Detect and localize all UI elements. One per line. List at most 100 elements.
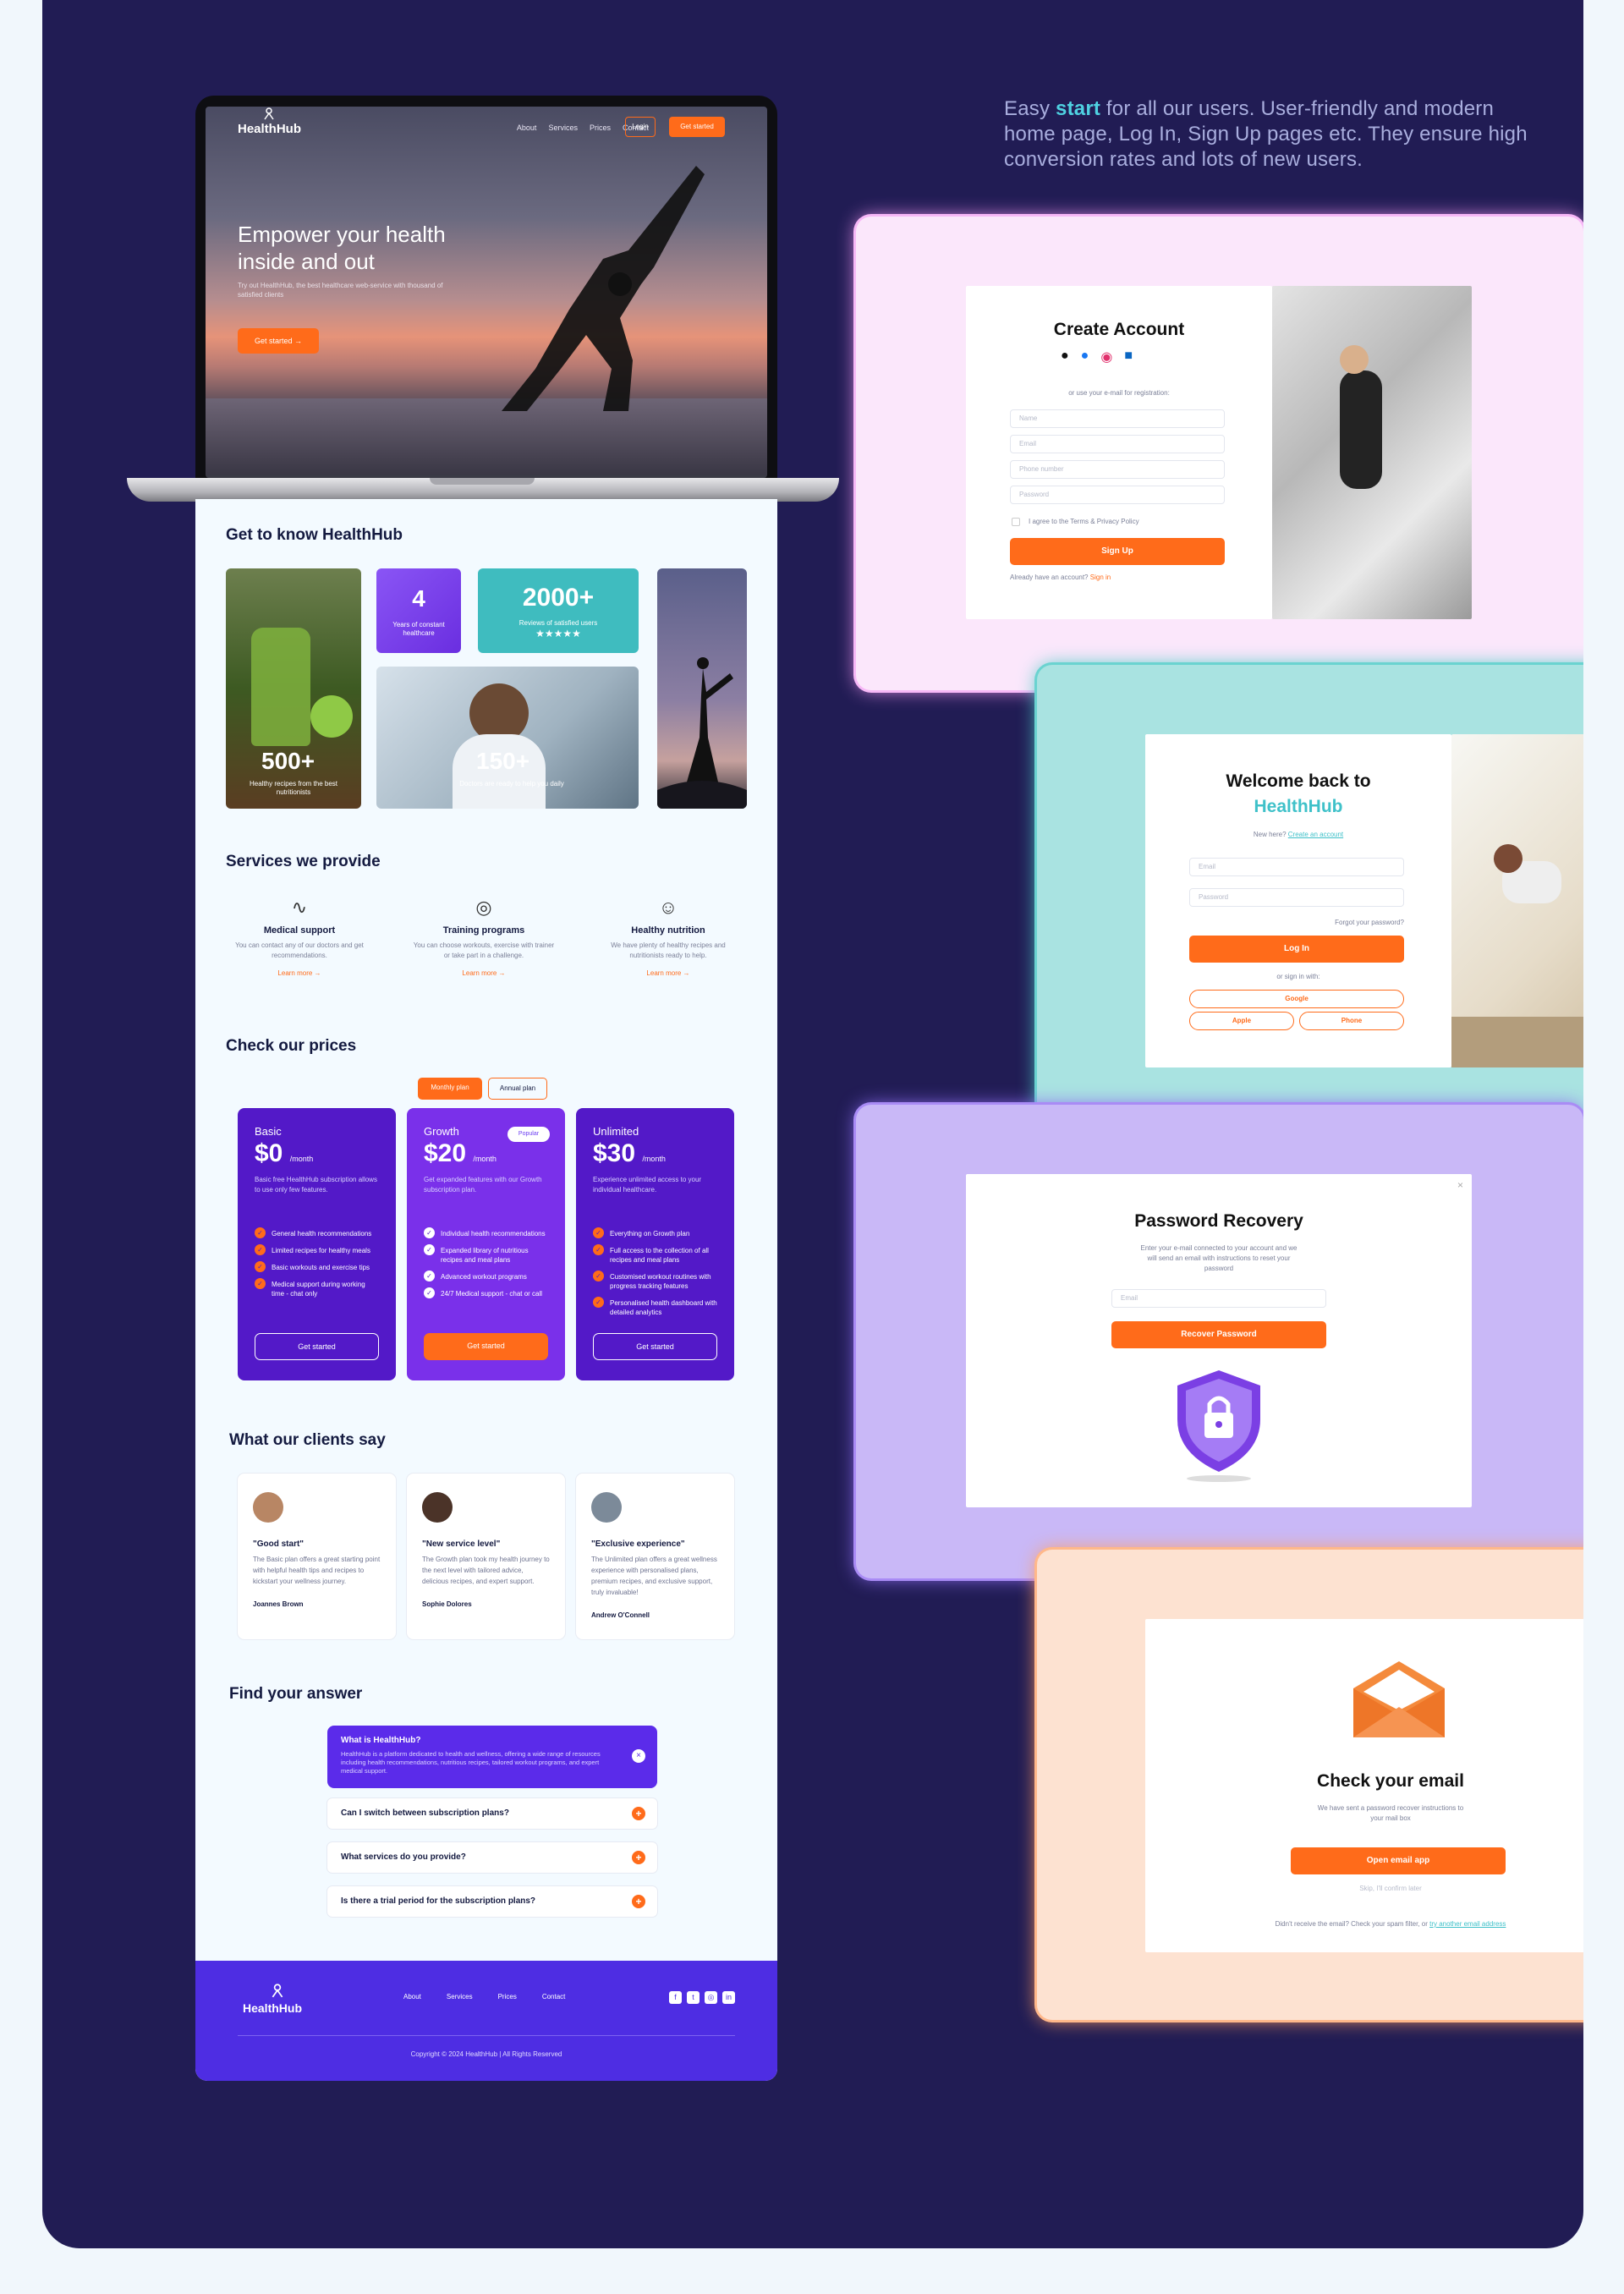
know-title: Get to know HealthHub	[226, 526, 403, 544]
close-icon[interactable]: ×	[1457, 1179, 1463, 1191]
email-field[interactable]: Email	[1111, 1289, 1326, 1308]
open-email-app-button[interactable]: Open email app	[1291, 1847, 1506, 1874]
footer: HealthHub About Services Prices Contact …	[195, 1961, 777, 2081]
check-email-card: Check your email We have sent a password…	[1145, 1619, 1583, 1952]
social-login-row: ● ● ◉ ■	[1061, 348, 1133, 365]
footer-links: About Services Prices Contact	[403, 1993, 566, 2000]
instagram-icon[interactable]: ◉	[1100, 348, 1112, 365]
facebook-icon[interactable]: ●	[1081, 348, 1089, 365]
other-email-link[interactable]: try another email address	[1429, 1920, 1506, 1928]
nav-prices[interactable]: Prices	[590, 123, 611, 132]
recovery-form: × Password Recovery Enter your e-mail co…	[966, 1174, 1472, 1507]
runner-photo	[1272, 286, 1472, 619]
login-button[interactable]: Log In	[1189, 936, 1404, 963]
learn-more-link[interactable]: Learn more →	[596, 969, 740, 977]
nav-services[interactable]: Services	[548, 123, 578, 132]
check-email-panel: Check your email We have sent a password…	[1037, 1550, 1583, 2020]
plus-icon: +	[632, 1807, 645, 1820]
hero-get-started-button[interactable]: Get started →	[238, 328, 319, 354]
signin-link[interactable]: Sign in	[1090, 574, 1111, 581]
clients-title: What our clients say	[229, 1431, 386, 1449]
faq-item[interactable]: Can I switch between subscription plans?…	[327, 1798, 657, 1829]
service-nutrition: ☺ Healthy nutrition We have plenty of he…	[596, 897, 740, 977]
phone-login-button[interactable]: Phone	[1299, 1012, 1404, 1030]
doctors-tile: 150+ Doctors are ready to help you daily	[376, 667, 639, 809]
service-medical: ∿ Medical support You can contact any of…	[228, 897, 371, 977]
nav-about[interactable]: About	[517, 123, 537, 132]
services-title: Services we provide	[226, 853, 381, 870]
brand-logo[interactable]: HealthHub	[238, 122, 301, 136]
signup-panel: Create Account ● ● ◉ ■ or use your e-mai…	[856, 217, 1583, 690]
hero-subtitle: Try out HealthHub, the best healthcare w…	[238, 282, 443, 299]
instagram-icon[interactable]: ◎	[705, 1991, 717, 2004]
recovery-title: Password Recovery	[1134, 1211, 1303, 1231]
smile-icon: ☺	[658, 897, 678, 918]
basic-get-started-button[interactable]: Get started	[255, 1333, 379, 1360]
hero-section: HealthHub About Services Prices Contact …	[206, 107, 767, 478]
footer-brand[interactable]: HealthHub	[243, 2001, 302, 2015]
laptop-frame: HealthHub About Services Prices Contact …	[195, 96, 777, 478]
password-field[interactable]: Password	[1010, 486, 1225, 504]
twitter-icon[interactable]: t	[687, 1991, 700, 2004]
email-field[interactable]: Email	[1189, 858, 1404, 876]
close-icon[interactable]: ×	[632, 1749, 645, 1763]
avatar	[591, 1492, 622, 1523]
login-button[interactable]: Login	[625, 117, 656, 137]
skip-link[interactable]: Skip, I'll confirm later	[1145, 1885, 1583, 1892]
faq-item[interactable]: What services do you provide? +	[327, 1842, 657, 1873]
recipes-tile: 500+ Healthy recipes from the best nutri…	[226, 568, 361, 809]
plan-card-unlimited: Unlimited $30 /month Experience unlimite…	[576, 1108, 734, 1380]
login-form: Welcome back to HealthHub New here? Crea…	[1145, 734, 1451, 1067]
password-field[interactable]: Password	[1189, 888, 1404, 907]
recovery-panel: × Password Recovery Enter your e-mail co…	[856, 1105, 1583, 1578]
facebook-icon[interactable]: f	[669, 1991, 682, 2004]
phone-field[interactable]: Phone number	[1010, 460, 1225, 479]
nav-get-started-button[interactable]: Get started	[669, 117, 725, 137]
logo-icon	[272, 1984, 283, 1998]
avatar	[253, 1492, 283, 1523]
signup-button[interactable]: Sign Up	[1010, 538, 1225, 565]
recipes-count: 500+	[261, 748, 315, 774]
google-login-button[interactable]: Google	[1189, 990, 1404, 1008]
faq-title: Find your answer	[229, 1685, 363, 1703]
login-brand-title: HealthHub	[1254, 797, 1343, 816]
logo-icon	[264, 107, 274, 120]
plan-card-growth: Growth Popular $20 /month Get expanded f…	[407, 1108, 565, 1380]
growth-get-started-button[interactable]: Get started	[424, 1333, 548, 1360]
testimonial-card: "New service level" The Growth plan took…	[407, 1474, 565, 1639]
hero-title: Empower your health inside and out	[238, 222, 446, 274]
intro-text: Easy start for all our users. User-frien…	[1004, 97, 1528, 171]
faq-item[interactable]: Is there a trial period for the subscrip…	[327, 1886, 657, 1917]
login-panel: Welcome back to HealthHub New here? Crea…	[1037, 665, 1583, 1135]
create-account-link[interactable]: Create an account	[1288, 831, 1343, 838]
recover-password-button[interactable]: Recover Password	[1111, 1321, 1326, 1348]
learn-more-link[interactable]: Learn more →	[412, 969, 556, 977]
target-icon: ◎	[475, 897, 492, 918]
yoga-silhouette-icon	[502, 166, 705, 411]
name-field[interactable]: Name	[1010, 409, 1225, 428]
faq-open-item[interactable]: What is HealthHub? HealthHub is a platfo…	[327, 1726, 657, 1788]
annual-plan-toggle[interactable]: Annual plan	[488, 1078, 547, 1100]
service-training: ◎ Training programs You can choose worko…	[412, 897, 556, 977]
envelope-icon	[1353, 1661, 1445, 1737]
lock-shield-icon	[1177, 1370, 1260, 1482]
plus-icon: +	[632, 1895, 645, 1908]
apple-icon[interactable]: ●	[1061, 348, 1069, 365]
signup-title: Create Account	[1053, 320, 1185, 339]
forgot-password-link[interactable]: Forgot your password?	[1335, 919, 1404, 926]
learn-more-link[interactable]: Learn more →	[228, 969, 371, 977]
login-title: Welcome back to	[1226, 771, 1371, 791]
years-count: 4	[412, 585, 425, 612]
apple-login-button[interactable]: Apple	[1189, 1012, 1294, 1030]
testimonial-card: "Exclusive experience" The Unlimited pla…	[576, 1474, 734, 1639]
monthly-plan-toggle[interactable]: Monthly plan	[418, 1078, 482, 1100]
linkedin-icon[interactable]: ■	[1124, 348, 1133, 365]
landing-page: Get to know HealthHub 500+ Healthy recip…	[195, 499, 777, 2081]
years-tile: 4 Years of constant healthcare	[376, 568, 461, 653]
reviews-count: 2000+	[522, 584, 595, 612]
unlimited-get-started-button[interactable]: Get started	[593, 1333, 717, 1360]
terms-checkbox[interactable]	[1012, 518, 1020, 526]
linkedin-icon[interactable]: in	[722, 1991, 735, 2004]
email-field[interactable]: Email	[1010, 435, 1225, 453]
star-rating-icon: ★★★★★	[535, 628, 581, 639]
